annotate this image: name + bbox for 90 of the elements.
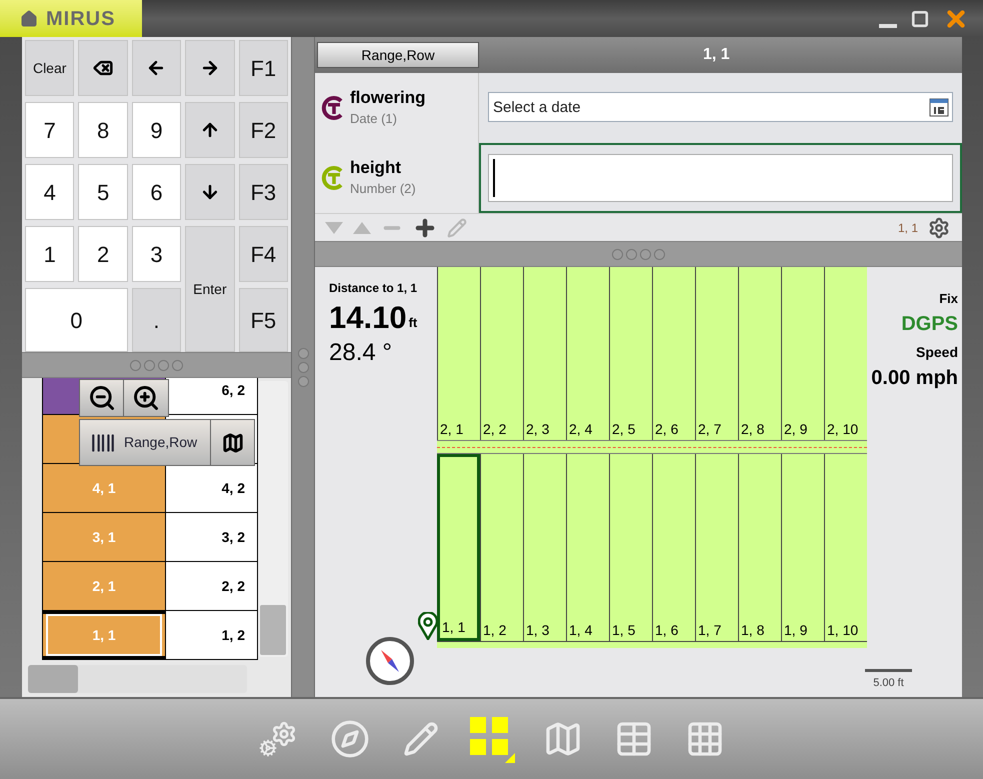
plot-cell[interactable]: 2, 3 — [523, 267, 566, 440]
plot-list-cell[interactable]: 2, 2 — [166, 562, 258, 610]
keypad-key[interactable]: Enter — [185, 226, 235, 352]
keypad-key[interactable]: 6 — [132, 164, 182, 220]
backspace-key[interactable] — [78, 40, 128, 96]
fix-label: Fix — [939, 290, 958, 308]
up-arrow-key[interactable] — [185, 102, 235, 158]
keypad-key[interactable]: 7 — [25, 102, 74, 158]
grip-icon[interactable] — [130, 360, 183, 370]
plot-cell[interactable]: 2, 4 — [566, 267, 609, 440]
keypad-key[interactable]: 0 — [25, 288, 128, 352]
right-arrow-key[interactable] — [185, 40, 235, 96]
scale-label: 5.00 ft — [873, 676, 904, 690]
zoom-in-icon — [132, 384, 160, 412]
plot-cell[interactable]: 1, 5 — [609, 454, 652, 641]
keypad-key[interactable]: Clear — [25, 40, 74, 96]
plot-cell[interactable]: 1, 4 — [566, 454, 609, 641]
speed-value: 0.00 mph — [871, 366, 958, 390]
distance-value: 14.10 — [329, 301, 407, 335]
pencil-icon[interactable] — [447, 218, 467, 238]
plot-cell[interactable]: 2, 10 — [824, 267, 867, 440]
zoom-out-icon — [88, 384, 116, 412]
attribute-type: Number (2) — [350, 180, 416, 198]
plot-cell[interactable]: 1, 8 — [738, 454, 781, 641]
attribute-type: Date (1) — [350, 110, 398, 128]
left-arrow-key[interactable] — [132, 40, 182, 96]
distance-unit: ft — [408, 314, 418, 332]
plot-cell[interactable]: 1, 2 — [480, 454, 523, 641]
scrollbar-thumb[interactable] — [28, 664, 78, 692]
splitter[interactable] — [291, 37, 315, 697]
maximize-button[interactable] — [911, 10, 929, 28]
home-icon — [20, 10, 38, 28]
plot-cell[interactable]: 2, 8 — [738, 267, 781, 440]
plot-cell[interactable]: 2, 6 — [652, 267, 695, 440]
plot-cell[interactable]: 1, 9 — [781, 454, 824, 641]
distance-label: Distance to 1, 1 — [329, 280, 418, 297]
down-arrow-key[interactable] — [185, 164, 235, 220]
range-row-button[interactable]: Range,Row — [317, 42, 479, 68]
scrollbar-thumb[interactable] — [260, 605, 286, 655]
plot-cell[interactable]: 1, 1 — [437, 454, 480, 641]
plot-cell[interactable]: 2, 5 — [609, 267, 652, 440]
plot-cell[interactable]: 1, 3 — [523, 454, 566, 641]
settings-icon[interactable] — [928, 216, 950, 238]
range-row-button[interactable]: Range,Row — [80, 420, 211, 465]
plot-list-cell[interactable]: 1, 2 — [166, 611, 258, 659]
vertical-scrollbar[interactable] — [258, 381, 288, 657]
grip-icon[interactable] — [298, 348, 308, 386]
keypad-key[interactable]: F4 — [238, 226, 288, 282]
move-down-icon[interactable] — [325, 222, 343, 234]
plot-cell[interactable]: 2, 7 — [695, 267, 738, 440]
keypad-key[interactable]: 8 — [78, 102, 128, 158]
logo-text: MIRUS — [46, 6, 116, 32]
horizontal-scrollbar[interactable] — [28, 664, 247, 692]
backspace-icon — [93, 58, 114, 78]
calendar-icon[interactable] — [929, 97, 949, 117]
speed-label: Speed — [916, 342, 958, 362]
attribute-name: height — [350, 157, 402, 180]
keypad-key[interactable]: F5 — [238, 288, 288, 352]
plot-cell[interactable]: 2, 9 — [781, 267, 824, 440]
plot-cell[interactable]: 2, 2 — [480, 267, 523, 440]
keypad-key[interactable]: 2 — [78, 226, 128, 282]
position-label: 1, 1 — [898, 220, 918, 236]
keypad-key[interactable]: 1 — [25, 226, 74, 282]
tiles-icon[interactable] — [468, 715, 516, 763]
plot-cell[interactable]: 1, 6 — [652, 454, 695, 641]
keypad-key[interactable]: 3 — [132, 226, 182, 282]
keypad-key[interactable]: F3 — [238, 164, 288, 220]
compass-icon[interactable] — [365, 636, 415, 686]
grip-icon[interactable] — [612, 248, 665, 260]
record-title: 1, 1 — [703, 45, 730, 65]
keypad-key[interactable]: F2 — [238, 102, 288, 158]
fix-value: DGPS — [901, 312, 958, 336]
keypad-key[interactable]: 4 — [25, 164, 74, 220]
number-field[interactable] — [488, 154, 953, 202]
plot-list-cell[interactable]: 4, 2 — [166, 464, 258, 512]
angle-value: 28.4 ° — [329, 338, 393, 368]
keypad-key[interactable]: . — [132, 288, 182, 352]
keypad-key[interactable]: 9 — [132, 102, 182, 158]
plot-cell[interactable]: 1, 7 — [695, 454, 738, 641]
move-up-icon[interactable] — [353, 222, 371, 234]
keypad-key[interactable]: 5 — [78, 164, 128, 220]
plot-cell[interactable]: 1, 10 — [824, 454, 867, 641]
map-icon — [222, 432, 244, 454]
plot-list-cell[interactable]: 6, 2 — [166, 378, 258, 414]
location-pin-icon — [418, 612, 438, 640]
plot-cell[interactable]: 2, 1 — [437, 267, 480, 440]
keypad-key[interactable]: F1 — [238, 40, 288, 96]
attribute-name: flowering — [350, 87, 426, 110]
scale-bar — [865, 668, 912, 672]
plot-list-cell[interactable]: 3, 2 — [166, 513, 258, 561]
